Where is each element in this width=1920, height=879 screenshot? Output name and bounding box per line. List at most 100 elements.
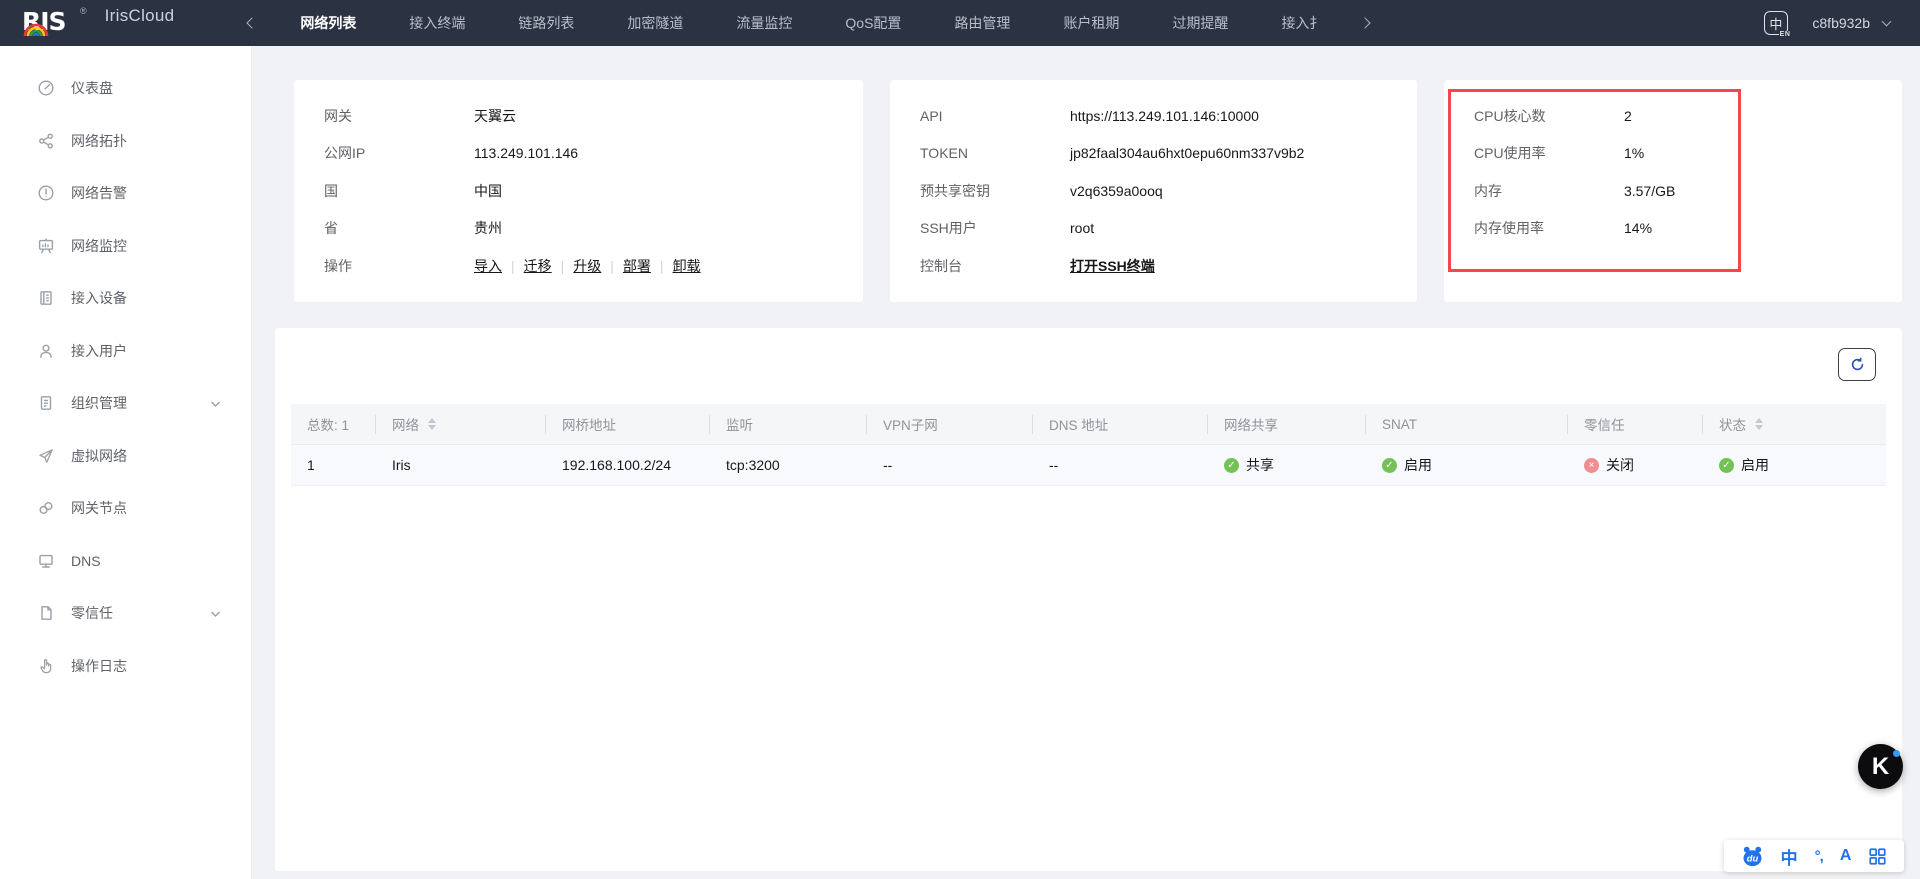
tabs-scroll-left-icon[interactable]	[247, 17, 258, 28]
tab-traffic-monitor[interactable]: 流量监控	[736, 13, 792, 33]
sidebar-item-users[interactable]: 接入用户	[0, 325, 251, 378]
sidebar-item-alerts[interactable]: 网络告警	[0, 167, 251, 220]
column-dns-address: DNS 地址	[1049, 404, 1224, 444]
province-value: 贵州	[474, 218, 502, 238]
paper-plane-icon	[37, 447, 55, 465]
memory-usage-value: 14%	[1624, 220, 1652, 236]
sidebar-item-dashboard[interactable]: 仪表盘	[0, 62, 251, 115]
sidebar-item-label: DNS	[71, 553, 101, 569]
tab-qos-config[interactable]: QoS配置	[845, 13, 901, 33]
token-value: jp82faal304au6hxt0epu60nm337v9b2	[1070, 145, 1304, 161]
column-zero-trust: 零信任	[1584, 404, 1719, 444]
chevron-down-icon	[210, 605, 221, 621]
table-row: 1 Iris 192.168.100.2/24 tcp:3200 -- -- ✓…	[291, 445, 1886, 486]
user-id-label: c8fb932b	[1812, 15, 1870, 31]
uninstall-link[interactable]: 卸载	[673, 258, 701, 274]
column-network[interactable]: 网络	[392, 404, 562, 444]
sidebar-item-devices[interactable]: 接入设备	[0, 272, 251, 325]
cpu-cores-value: 2	[1624, 108, 1632, 124]
status-ok-icon: ✓	[1719, 458, 1734, 473]
brand-logo[interactable]: RIS ® IrisCloud	[22, 6, 174, 40]
migrate-link[interactable]: 迁移	[524, 258, 552, 274]
sidebar-item-label: 接入用户	[71, 341, 127, 361]
column-listen: 监听	[726, 404, 883, 444]
baidu-bear-icon[interactable]: du	[1741, 845, 1764, 868]
sidebar-item-label: 网络拓扑	[71, 131, 127, 151]
sidebar-item-label: 操作日志	[71, 656, 127, 676]
sidebar-item-zero-trust[interactable]: 零信任	[0, 587, 251, 640]
vpn-subnet-cell: --	[883, 457, 1049, 473]
preshared-key-value: v2q6359a0ooq	[1070, 183, 1163, 199]
sidebar-item-label: 网络告警	[71, 183, 127, 203]
column-total: 总数: 1	[291, 404, 392, 444]
deploy-link[interactable]: 部署	[623, 258, 651, 274]
link-rings-icon	[37, 499, 55, 517]
sidebar-item-organization[interactable]: 组织管理	[0, 377, 251, 430]
status-ok-icon: ✓	[1224, 458, 1239, 473]
table-header-row: 总数: 1 网络 网桥地址 监听 VPN子网 DNS 地址 网络共享 SNAT …	[291, 404, 1886, 445]
monitor-board-icon	[37, 237, 55, 255]
sidebar-item-monitoring[interactable]: 网络监控	[0, 220, 251, 273]
refresh-button[interactable]	[1838, 348, 1876, 381]
sidebar-item-gateway-nodes[interactable]: 网关节点	[0, 482, 251, 535]
sort-icon[interactable]	[428, 418, 436, 431]
sidebar-item-topology[interactable]: 网络拓扑	[0, 115, 251, 168]
column-status[interactable]: 状态	[1719, 404, 1886, 444]
font-style-icon[interactable]: A	[1840, 847, 1852, 865]
grid-menu-icon[interactable]	[1868, 847, 1887, 866]
tab-encrypted-tunnel[interactable]: 加密隧道	[627, 13, 683, 33]
user-icon	[37, 342, 55, 360]
ris-logo-icon: RIS	[22, 6, 78, 40]
chinese-mode-icon[interactable]: 中	[1781, 844, 1798, 869]
tab-link-list[interactable]: 链路列表	[518, 13, 574, 33]
main-content: 网关 天翼云 公网IP 113.249.101.146 国 中国 省 贵州 操作	[252, 46, 1920, 879]
sort-icon[interactable]	[1755, 418, 1763, 431]
k-badge-notification-dot	[1893, 750, 1900, 757]
language-switch-icon[interactable]: 中 EN	[1764, 11, 1788, 35]
field-label: CPU使用率	[1474, 143, 1624, 163]
sidebar-item-dns[interactable]: DNS	[0, 535, 251, 588]
zero-trust-file-icon	[37, 604, 55, 622]
field-label: 省	[324, 218, 474, 238]
field-label: 网关	[324, 106, 474, 126]
field-label: 内存使用率	[1474, 218, 1624, 238]
upgrade-link[interactable]: 升级	[573, 258, 601, 274]
field-label: TOKEN	[920, 145, 1070, 161]
tab-network-list[interactable]: 网络列表	[300, 13, 356, 33]
k-badge-letter: K	[1872, 753, 1889, 781]
row-index-cell: 1	[291, 457, 392, 473]
tab-route-management[interactable]: 路由管理	[954, 13, 1010, 33]
sidebar-item-label: 仪表盘	[71, 78, 113, 98]
status-cell: ✓ 启用	[1719, 455, 1886, 475]
country-value: 中国	[474, 181, 502, 201]
sidebar-item-label: 零信任	[71, 603, 113, 623]
k-assistant-badge[interactable]: K	[1858, 744, 1903, 789]
field-label: 公网IP	[324, 143, 474, 163]
column-bridge-address: 网桥地址	[562, 404, 726, 444]
import-link[interactable]: 导入	[474, 258, 502, 274]
column-vpn-subnet: VPN子网	[883, 404, 1049, 444]
user-menu-chevron-down-icon	[1882, 17, 1892, 27]
tab-access-terminal[interactable]: 接入终端	[409, 13, 465, 33]
user-menu[interactable]: c8fb932b	[1812, 15, 1890, 31]
tabs-scroll-right-icon[interactable]	[1360, 17, 1371, 28]
punctuation-mode-icon[interactable]: °,	[1815, 848, 1823, 865]
resource-stats-card: CPU核心数 2 CPU使用率 1% 内存 3.57/GB 内存使用率 14%	[1444, 80, 1902, 302]
sidebar-item-operation-log[interactable]: 操作日志	[0, 640, 251, 693]
tab-account-lease[interactable]: 账户租期	[1063, 13, 1119, 33]
refresh-icon	[1849, 356, 1866, 373]
tab-access-truncated[interactable]: 接入扌	[1281, 13, 1323, 33]
bridge-address-cell: 192.168.100.2/24	[562, 457, 726, 473]
chevron-down-icon	[210, 395, 221, 411]
summary-cards-row: 网关 天翼云 公网IP 113.249.101.146 国 中国 省 贵州 操作	[294, 80, 1902, 302]
top-nav-tabs: 网络列表 接入终端 链路列表 加密隧道 流量监控 QoS配置 路由管理 账户租期…	[300, 13, 1323, 33]
app-window: RIS ® IrisCloud 网络列表 接入终端 链路列表 加密隧道 流量监控…	[0, 0, 1920, 879]
sidebar-item-virtual-network[interactable]: 虚拟网络	[0, 430, 251, 483]
zero-trust-cell: × 关闭	[1584, 455, 1719, 475]
dashboard-icon	[37, 79, 55, 97]
tab-expiry-reminder[interactable]: 过期提醒	[1172, 13, 1228, 33]
field-label: 内存	[1474, 181, 1624, 201]
open-ssh-terminal-link[interactable]: 打开SSH终端	[1070, 256, 1155, 276]
link-separator: |	[511, 258, 515, 274]
gateway-info-card: 网关 天翼云 公网IP 113.249.101.146 国 中国 省 贵州 操作	[294, 80, 863, 302]
